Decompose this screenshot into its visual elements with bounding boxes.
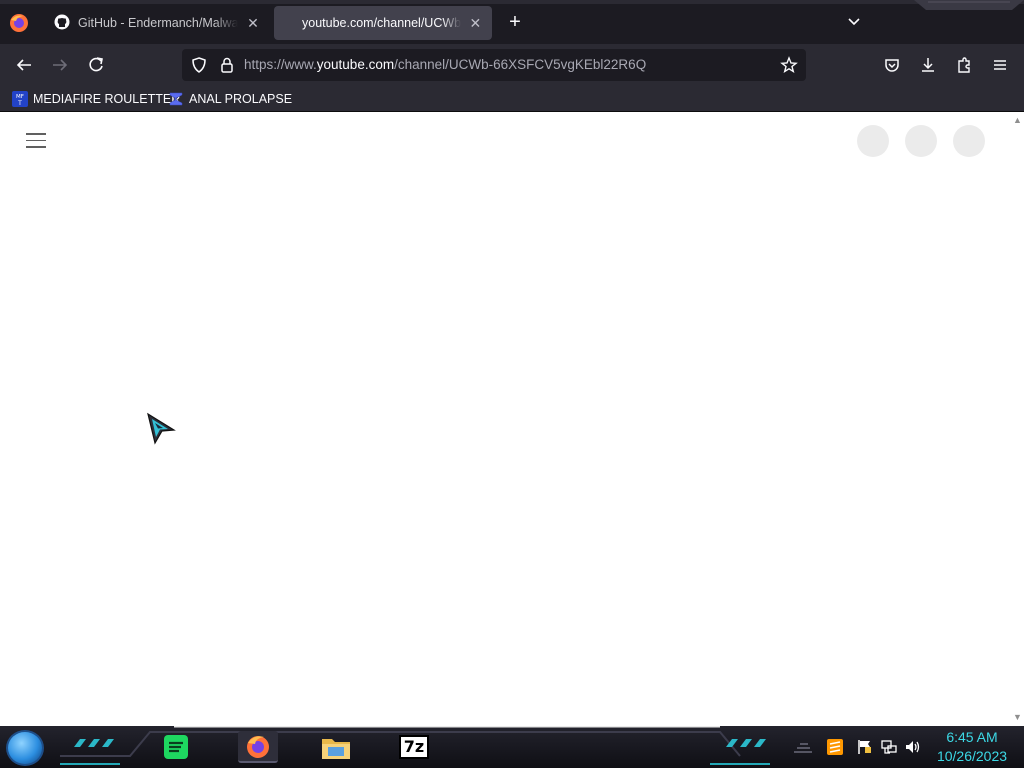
firefox-icon: [247, 736, 269, 758]
star-icon[interactable]: [780, 56, 798, 74]
pocket-icon: [885, 59, 899, 72]
app-menu-icon: [994, 60, 1006, 70]
show-hidden-icons-icon[interactable]: [792, 738, 814, 756]
network-icon[interactable]: [880, 738, 898, 756]
file-explorer-icon: [322, 739, 350, 759]
cyan-chevron-decoration: [74, 739, 114, 747]
back-icon: [16, 59, 31, 71]
download-icon: [922, 58, 934, 72]
7zip-taskbar-button[interactable]: 7z: [394, 731, 434, 763]
scroll-down-icon[interactable]: ▼: [1013, 712, 1022, 722]
url-host: youtube.com: [316, 57, 395, 72]
placeholder-avatar[interactable]: [905, 125, 937, 157]
scroll-up-icon[interactable]: ▲: [1013, 115, 1022, 125]
clock-date: 10/26/2023: [936, 748, 1008, 764]
tab-youtube[interactable]: youtube.com/channel/UCWb-6 ✕: [274, 6, 492, 40]
back-button[interactable]: [12, 53, 36, 77]
reload-icon: [89, 57, 103, 72]
svg-text:T: T: [17, 100, 22, 107]
sublime-icon[interactable]: [826, 738, 844, 756]
clock-time: 6:45 AM: [946, 729, 998, 745]
cyan-chevron-decoration: [726, 739, 766, 747]
extensions-icon: [958, 57, 970, 73]
navigation-toolbar: https://www.youtube.com/channel/UCWb-66X…: [0, 44, 1024, 86]
spotify-icon: [164, 735, 188, 759]
file-explorer-taskbar-button[interactable]: [316, 731, 356, 763]
firefox-taskbar-button[interactable]: [238, 731, 278, 763]
mediafire-bookmark-icon: MF T: [12, 91, 28, 107]
tab-title: youtube.com/channel/UCWb-6: [302, 16, 461, 30]
url-text[interactable]: https://www.youtube.com/channel/UCWb-66X…: [244, 57, 646, 72]
volume-icon[interactable]: [904, 738, 922, 756]
flag-icon[interactable]: [856, 738, 874, 756]
7zip-icon: 7z: [399, 735, 429, 759]
app-menu-button[interactable]: [988, 53, 1012, 77]
reload-button[interactable]: [84, 53, 108, 77]
url-prefix: https://www.: [244, 57, 317, 72]
bookmark-label: ANAL PROLAPSE: [189, 92, 293, 106]
bookmark-label: MEDIAFIRE ROULETTER: [33, 92, 181, 106]
tab-bar: GitHub - Endermanch/Malwar ✕ youtube.com…: [0, 0, 1024, 44]
url-path: /channel/UCWb-66XSFCV5vgKEbl22R6Q: [394, 57, 647, 72]
forward-icon: [53, 59, 68, 71]
forward-button[interactable]: [48, 53, 72, 77]
window-top-edge: [0, 0, 1024, 4]
sigma-bookmark-icon: [168, 91, 184, 107]
spotify-taskbar-button[interactable]: [156, 731, 196, 763]
page-scrollbar[interactable]: ▲ ▼: [1010, 113, 1024, 726]
downloads-button[interactable]: [916, 53, 940, 77]
taskbar-clock[interactable]: 6:45 AM 10/26/2023: [926, 728, 1018, 766]
placeholder-avatar[interactable]: [953, 125, 985, 157]
bookmark-sigma[interactable]: ANAL PROLAPSE: [168, 90, 292, 108]
start-button[interactable]: [6, 730, 44, 766]
bookmarks-toolbar: MF T MEDIAFIRE ROULETTER ANAL PROLAPSE: [0, 86, 1024, 112]
tab-title: GitHub - Endermanch/Malwar: [78, 16, 238, 30]
tab-close-icon[interactable]: ✕: [469, 16, 482, 30]
hamburger-menu-icon[interactable]: [26, 133, 46, 149]
new-tab-button[interactable]: +: [504, 12, 526, 34]
mouse-cursor-icon: [147, 412, 176, 445]
bookmark-mediafire[interactable]: MF T MEDIAFIRE ROULETTER: [12, 90, 180, 108]
tracking-shield-icon[interactable]: [190, 56, 208, 74]
list-all-tabs-icon[interactable]: [844, 12, 864, 32]
taskbar: 7z 6:45 AM 10/26/2023: [0, 726, 1024, 768]
extensions-button[interactable]: [952, 53, 976, 77]
window-frame-decoration: [914, 0, 1024, 10]
github-icon: [54, 14, 70, 33]
pocket-button[interactable]: [880, 53, 904, 77]
firefox-view-icon[interactable]: [8, 12, 30, 34]
address-bar[interactable]: https://www.youtube.com/channel/UCWb-66X…: [182, 49, 806, 81]
lock-icon[interactable]: [218, 56, 236, 74]
tab-github[interactable]: GitHub - Endermanch/Malwar ✕: [44, 6, 270, 40]
placeholder-avatar[interactable]: [857, 125, 889, 157]
tab-close-icon[interactable]: ✕: [246, 16, 260, 30]
7zip-label: 7z: [403, 737, 425, 756]
